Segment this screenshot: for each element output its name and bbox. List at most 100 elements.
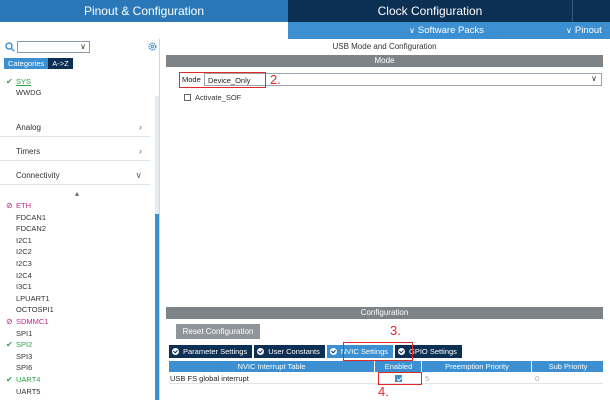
sidebar-item-uart5[interactable]: UART5 (16, 387, 40, 396)
tab-clock-configuration[interactable]: Clock Configuration (288, 0, 572, 22)
search-input[interactable]: ∨ (17, 41, 90, 53)
sidebar-item-i3c1[interactable]: I3C1 (16, 282, 32, 291)
check-icon: ✔ (6, 375, 13, 384)
sidebar-item-i2c2[interactable]: I2C2 (16, 247, 32, 256)
panel-title: USB Mode and Configuration (332, 42, 437, 51)
tab-overflow[interactable] (572, 0, 610, 22)
pinout-menu[interactable]: ∨ Pinout (566, 22, 602, 39)
sidebar-item-label: I2C2 (16, 247, 32, 257)
sidebar-item-wwdg[interactable]: WWDG (16, 88, 41, 97)
configuration-tabs: Parameter Settings User Constants NVIC S… (169, 345, 462, 358)
category-connectivity[interactable]: Connectivity ∨ (0, 167, 150, 185)
top-tab-bar: Pinout & Configuration Clock Configurati… (0, 0, 610, 22)
chevron-right-icon: › (139, 146, 142, 156)
check-icon: ✔ (6, 340, 13, 350)
sidebar-item-i2c4[interactable]: I2C4 (16, 271, 32, 280)
tab-categories[interactable]: Categories (4, 58, 49, 69)
activate-sof-checkbox[interactable] (184, 94, 191, 101)
category-tabs: Categories A->Z (4, 58, 73, 69)
sidebar-item-label: SPI1 (16, 328, 33, 338)
category-timers[interactable]: Timers › (0, 143, 150, 161)
sidebar-scroll-thumb[interactable] (155, 214, 159, 400)
sub-menu-blank (0, 22, 288, 39)
sub-priority-value[interactable]: 0 (535, 373, 539, 384)
mode-header: Mode (166, 55, 603, 67)
table-header-row: NVIC Interrupt Table Enabled Preemption … (169, 361, 603, 372)
check-circle-icon (329, 348, 337, 355)
tab-a-to-z[interactable]: A->Z (48, 58, 73, 69)
chevron-right-icon: › (139, 122, 142, 132)
sidebar-item-label: ETH (16, 201, 31, 210)
sidebar-item-eth[interactable]: ⊘ ETH (6, 201, 31, 210)
software-packs-menu[interactable]: ∨ Software Packs (409, 22, 484, 39)
search-icon (5, 42, 15, 52)
annotation-highlight-nvic-tab (343, 342, 413, 361)
sidebar-item-i2c3[interactable]: I2C3 (16, 259, 32, 268)
tab-parameter-settings[interactable]: Parameter Settings (169, 345, 253, 358)
category-label: Analog (16, 123, 41, 132)
sidebar-item-label: FDCAN2 (16, 224, 47, 234)
sidebar-item-label: SYS (16, 77, 32, 86)
sidebar-item-spi1[interactable]: SPI1 (16, 329, 32, 338)
check-icon: ✔ (6, 77, 13, 86)
tab-label: Parameter Settings (183, 347, 248, 356)
tab-label: User Constants (268, 347, 320, 356)
sidebar-item-label: I3C1 (16, 282, 32, 292)
sidebar-item-label: SDMMC1 (16, 317, 49, 326)
sidebar-item-label: UART4 (16, 375, 41, 384)
chevron-down-icon[interactable]: ∨ (591, 74, 597, 83)
tab-pinout-configuration[interactable]: Pinout & Configuration (0, 0, 288, 22)
blocked-icon: ⊘ (6, 317, 13, 326)
chevron-down-icon: ∨ (409, 26, 415, 35)
sidebar-item-sys[interactable]: ✔ SYS (6, 77, 32, 86)
sidebar-item-label: I2C1 (16, 235, 32, 245)
ip-sidebar: ∨ Categories A->Z ✔ SYS WWDG Analog › Ti… (0, 39, 160, 400)
category-label: Timers (16, 147, 41, 156)
sidebar-item-spi3[interactable]: SPI3 (16, 352, 32, 361)
tab-user-constants[interactable]: User Constants (254, 345, 325, 358)
column-header-interrupt[interactable]: NVIC Interrupt Table (169, 361, 375, 372)
chevron-down-icon: ∨ (135, 170, 142, 180)
software-packs-label: Software Packs (417, 25, 484, 36)
category-analog[interactable]: Analog › (0, 119, 150, 137)
column-header-sub-priority[interactable]: Sub Priority (533, 361, 603, 372)
annotation-step-2: 2. (270, 72, 281, 87)
gear-icon[interactable] (147, 41, 158, 52)
sidebar-item-fdcan1[interactable]: FDCAN1 (16, 213, 46, 222)
blocked-icon: ⊘ (6, 201, 13, 210)
sidebar-item-label: SPI2 (16, 340, 33, 350)
annotation-step-4: 4. (378, 384, 389, 399)
sidebar-item-label: I2C3 (16, 259, 32, 268)
sidebar-item-spi2[interactable]: ✔ SPI2 (6, 340, 33, 350)
annotation-highlight-mode (179, 72, 266, 88)
column-header-preemption[interactable]: Preemption Priority (423, 361, 532, 372)
sidebar-item-label: I2C4 (16, 270, 32, 280)
pinout-label: Pinout (574, 25, 602, 36)
sort-icon[interactable]: ▴ (75, 189, 79, 198)
sidebar-item-label: SPI3 (16, 351, 33, 361)
interrupt-name: USB FS global interrupt (170, 374, 249, 383)
sidebar-item-fdcan2[interactable]: FDCAN2 (16, 224, 46, 233)
sidebar-item-label: FDCAN1 (16, 212, 47, 222)
column-header-enabled[interactable]: Enabled (376, 361, 422, 372)
sidebar-item-octospi1[interactable]: OCTOSPI1 (16, 305, 54, 314)
main-panel: USB Mode and Configuration Mode Mode Dev… (166, 39, 610, 400)
tab-label: GPIO Settings (409, 347, 457, 356)
sidebar-search-row: ∨ (0, 39, 160, 56)
reset-configuration-button[interactable]: Reset Configuration (176, 324, 260, 339)
sidebar-item-lpuart1[interactable]: LPUART1 (16, 294, 50, 303)
sidebar-item-sdmmc1[interactable]: ⊘ SDMMC1 (6, 317, 49, 326)
sidebar-item-label: OCTOSPI1 (16, 305, 54, 315)
sidebar-item-i2c1[interactable]: I2C1 (16, 236, 32, 245)
preemption-value[interactable]: 5 (425, 373, 429, 384)
sidebar-item-label: SPI6 (16, 363, 33, 373)
check-circle-icon (257, 348, 265, 355)
check-circle-icon (172, 348, 179, 355)
annotation-step-3: 3. (390, 323, 401, 338)
configuration-header: Configuration (166, 307, 603, 319)
chevron-down-icon[interactable]: ∨ (80, 42, 86, 51)
sidebar-item-uart4[interactable]: ✔ UART4 (6, 375, 41, 384)
sidebar-item-spi6[interactable]: SPI6 (16, 363, 32, 372)
chevron-down-icon: ∨ (566, 26, 572, 35)
activate-sof-label: Activate_SOF (195, 93, 242, 102)
